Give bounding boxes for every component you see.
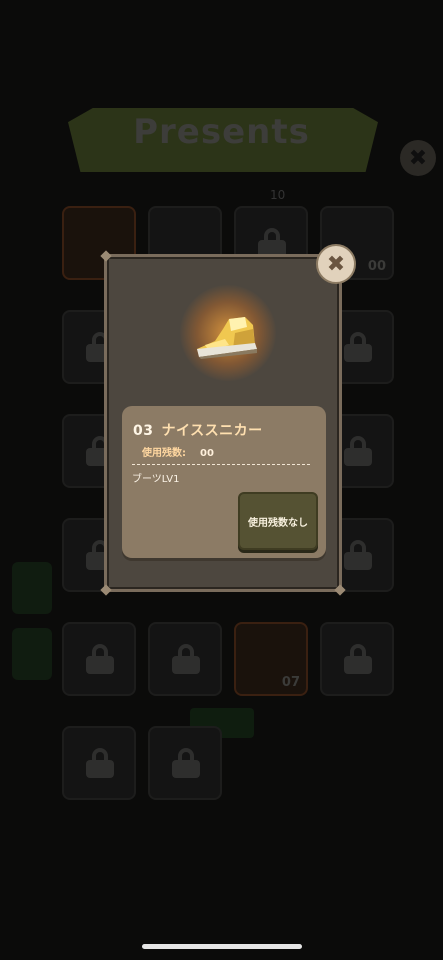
side-button-record[interactable] xyxy=(12,562,52,614)
page-title: Presents xyxy=(133,112,310,152)
item-description: ブーツLV1 xyxy=(132,474,180,485)
lock-icon xyxy=(172,644,200,674)
close-icon: ✖ xyxy=(326,251,346,277)
lock-icon xyxy=(344,436,372,466)
present-tile[interactable] xyxy=(62,622,136,696)
tile-count: 00 xyxy=(367,259,386,274)
item-name: ナイススニカー xyxy=(161,423,263,439)
usage-value: 00 xyxy=(200,448,214,459)
lock-icon xyxy=(344,644,372,674)
tile-count: 07 xyxy=(281,675,300,690)
present-tile[interactable] xyxy=(148,726,222,800)
lock-icon xyxy=(86,644,114,674)
home-indicator[interactable] xyxy=(142,944,302,949)
present-count: 10 xyxy=(270,188,286,202)
usage-row: 使用残数: 00 xyxy=(142,444,214,459)
dialog-close-button[interactable]: ✖ xyxy=(316,244,356,284)
use-item-button[interactable]: 使用残数なし xyxy=(238,492,318,550)
lock-icon xyxy=(344,332,372,362)
item-number: 03 xyxy=(133,423,154,439)
present-tile[interactable] xyxy=(62,726,136,800)
sneaker-icon xyxy=(197,317,257,359)
screen-close-button[interactable]: ✖ xyxy=(400,140,436,176)
divider xyxy=(132,464,310,465)
usage-label: 使用残数: xyxy=(142,448,186,459)
lock-icon xyxy=(86,748,114,778)
present-tile[interactable] xyxy=(320,622,394,696)
lock-icon xyxy=(172,748,200,778)
side-button-list[interactable] xyxy=(12,628,52,680)
lock-icon xyxy=(344,540,372,570)
close-icon: ✖ xyxy=(408,145,428,171)
present-tile[interactable]: 07 xyxy=(234,622,308,696)
present-tile[interactable] xyxy=(148,622,222,696)
item-title: 03 ナイススニカー xyxy=(133,420,263,440)
use-item-button-label: 使用残数なし xyxy=(248,517,308,529)
